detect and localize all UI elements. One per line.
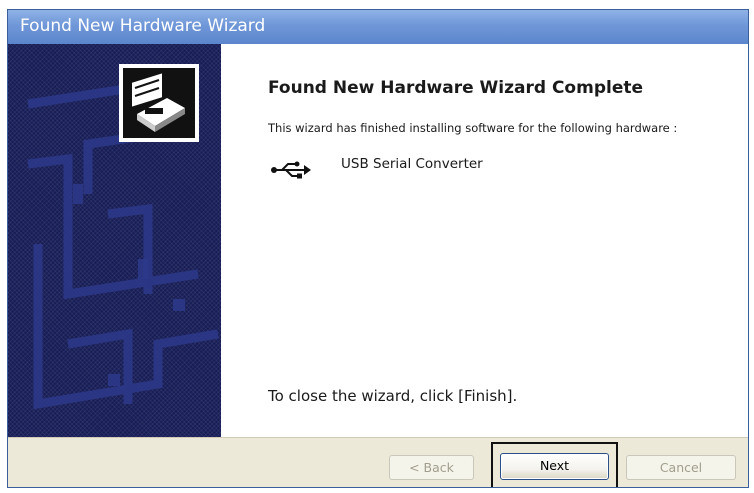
device-name: USB Serial Converter [341, 156, 483, 172]
completion-description: This wizard has finished installing soft… [268, 121, 678, 135]
back-button[interactable]: < Back [389, 455, 474, 480]
page-title: Found New Hardware Wizard Complete [268, 78, 644, 98]
wizard-window: Found New Hardware Wizard Found New Hard… [7, 9, 749, 488]
close-instruction: To close the wizard, click [Finish]. [268, 387, 518, 405]
window-title: Found New Hardware Wizard [20, 16, 266, 36]
wizard-side-banner [8, 44, 221, 437]
next-button[interactable]: Next [500, 453, 609, 480]
button-bar: < Back Next Cancel [8, 437, 748, 487]
title-bar[interactable]: Found New Hardware Wizard [8, 10, 748, 44]
hardware-card-icon [119, 64, 199, 142]
usb-icon [271, 161, 311, 179]
wizard-content: Found New Hardware Wizard Complete This … [221, 44, 748, 437]
cancel-button[interactable]: Cancel [626, 455, 736, 480]
